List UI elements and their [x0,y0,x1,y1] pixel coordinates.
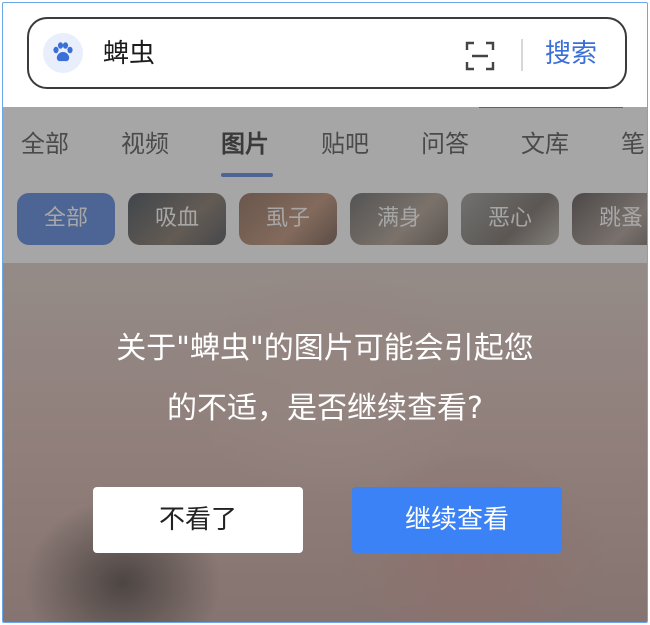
continue-viewing-button[interactable]: 继续查看 [352,487,562,553]
search-input[interactable]: 蜱虫 [103,37,155,71]
scan-icon[interactable] [465,41,495,75]
search-bar[interactable]: 蜱虫 搜索 [27,17,627,89]
cancel-button[interactable]: 不看了 [93,487,303,553]
warning-text-line2: 的不适，是否继续查看? [167,391,483,426]
search-divider [521,39,523,71]
warning-text-line1: 关于"蜱虫"的图片可能会引起您 [116,331,534,366]
search-button[interactable]: 搜索 [545,37,597,71]
app-frame: 蜱虫 搜索 全部 视频 图片 贴吧 问答 文库 笔 全部 吸血 虱子 满身 [2,2,648,623]
paw-logo-icon [43,33,83,73]
